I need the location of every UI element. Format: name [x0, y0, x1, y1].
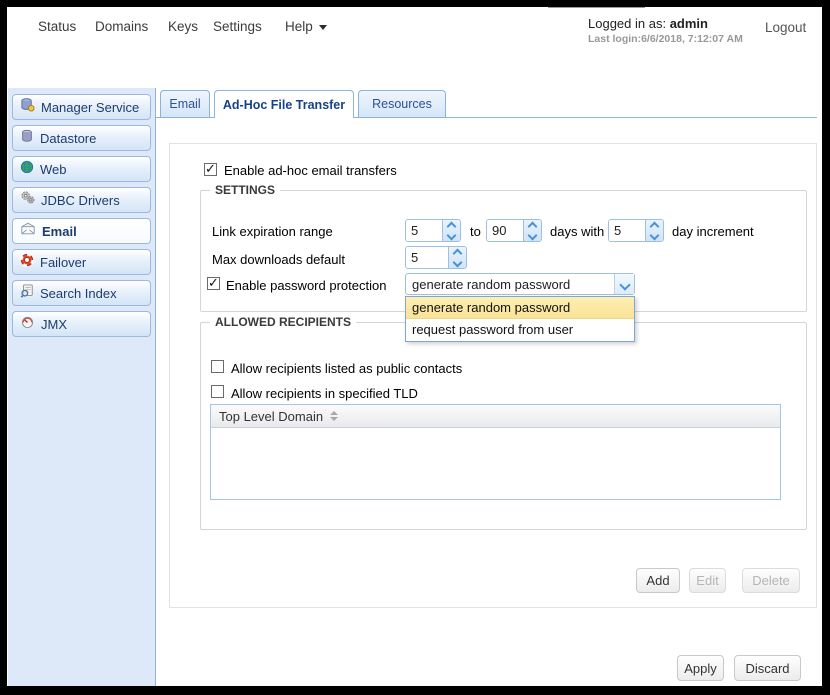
- sidebar-item-jdbc-drivers[interactable]: JDBC Drivers: [12, 187, 151, 213]
- tld-table-header[interactable]: Top Level Domain: [211, 405, 780, 428]
- max-downloads-label: Max downloads default: [212, 252, 345, 267]
- spinner-down-icon[interactable]: [650, 230, 660, 240]
- public-contacts-checkbox[interactable]: [211, 360, 224, 373]
- sidebar-item-email[interactable]: Email: [12, 218, 151, 244]
- sidebar-item-failover[interactable]: Failover: [12, 249, 151, 275]
- nav-item-settings[interactable]: Settings: [213, 19, 262, 34]
- days-with-label: days with: [550, 224, 604, 239]
- max-downloads-spinner[interactable]: [405, 246, 467, 269]
- link-expiration-label: Link expiration range: [212, 224, 333, 239]
- tab-adhoc-file-transfer[interactable]: Ad-Hoc File Transfer: [214, 90, 354, 118]
- add-button[interactable]: Add: [636, 568, 680, 593]
- tab-resources[interactable]: Resources: [358, 90, 446, 117]
- apply-button[interactable]: Apply: [677, 655, 724, 681]
- sidebar-item-label: Search Index: [40, 286, 117, 301]
- help-caret-icon: [319, 25, 327, 30]
- day-increment-label: day increment: [672, 224, 754, 239]
- specified-tld-label: Allow recipients in specified TLD: [231, 386, 418, 401]
- application-window: Status Domains Keys Settings Help Logged…: [7, 7, 822, 686]
- enable-adhoc-checkbox[interactable]: [204, 163, 217, 176]
- logout-link[interactable]: Logout: [765, 20, 806, 35]
- search-index-icon: [20, 284, 34, 303]
- jmx-gauge-icon: [20, 315, 35, 333]
- tld-column-header-label: Top Level Domain: [219, 409, 323, 424]
- sidebar-item-label: Web: [40, 162, 67, 177]
- sidebar-item-web[interactable]: Web: [12, 156, 151, 182]
- manager-service-icon: [20, 97, 35, 117]
- sidebar-item-manager-service[interactable]: Manager Service: [12, 94, 151, 120]
- spinner-up-icon[interactable]: [650, 221, 660, 231]
- spinner-down-icon[interactable]: [453, 257, 463, 267]
- tld-table-body[interactable]: [211, 428, 780, 499]
- spinner-up-down-buttons[interactable]: [645, 220, 663, 241]
- to-label: to: [470, 224, 481, 239]
- last-login-text: Last login:6/6/2018, 7:12:07 AM: [588, 33, 743, 45]
- tld-table: Top Level Domain: [210, 404, 781, 500]
- discard-button[interactable]: Discard: [734, 655, 801, 681]
- sidebar: Manager Service Datastore Web JDBC Drive…: [8, 88, 156, 686]
- password-mode-selected-value: generate random password: [406, 274, 614, 294]
- link-expiration-min-input[interactable]: [406, 220, 442, 241]
- sort-icon[interactable]: [330, 411, 338, 421]
- combo-dropdown-button[interactable]: [614, 274, 634, 294]
- web-globe-icon: [20, 160, 34, 179]
- spinner-down-icon[interactable]: [447, 230, 457, 240]
- sidebar-item-search-index[interactable]: Search Index: [12, 280, 151, 306]
- edit-button[interactable]: Edit: [689, 568, 726, 593]
- email-envelope-icon: [20, 222, 36, 240]
- failover-lifering-icon: [20, 253, 34, 272]
- nav-item-domains[interactable]: Domains: [95, 19, 148, 34]
- jdbc-gears-icon: [20, 190, 35, 210]
- link-expiration-min-spinner[interactable]: [405, 219, 461, 242]
- public-contacts-label: Allow recipients listed as public contac…: [231, 361, 462, 376]
- password-mode-dropdown-list: generate random password request passwor…: [405, 296, 635, 342]
- delete-button[interactable]: Delete: [742, 568, 800, 593]
- password-protection-label: Enable password protection: [226, 278, 386, 293]
- enable-adhoc-label: Enable ad-hoc email transfers: [224, 163, 397, 178]
- spinner-up-icon[interactable]: [453, 248, 463, 258]
- logged-in-status: Logged in as: admin: [588, 16, 708, 31]
- sidebar-item-jmx[interactable]: JMX: [12, 311, 151, 337]
- password-mode-combobox[interactable]: generate random password: [405, 273, 635, 295]
- datastore-icon: [20, 129, 34, 148]
- password-protection-checkbox[interactable]: [207, 277, 220, 290]
- sidebar-item-label: JDBC Drivers: [41, 193, 120, 208]
- sidebar-item-label: JMX: [41, 317, 67, 332]
- spinner-up-icon[interactable]: [447, 221, 457, 231]
- dropdown-option-generate-random[interactable]: generate random password: [406, 297, 634, 319]
- nav-item-status[interactable]: Status: [38, 19, 76, 34]
- tab-email[interactable]: Email: [160, 90, 210, 117]
- sidebar-item-label: Email: [42, 224, 77, 239]
- spinner-up-icon[interactable]: [528, 221, 538, 231]
- spinner-up-down-buttons[interactable]: [442, 220, 460, 241]
- settings-legend: SETTINGS: [210, 183, 280, 197]
- logged-in-user: admin: [670, 16, 708, 31]
- link-expiration-max-spinner[interactable]: [486, 219, 542, 242]
- spinner-up-down-buttons[interactable]: [523, 220, 541, 241]
- nav-item-keys[interactable]: Keys: [168, 19, 198, 34]
- dropdown-option-request-from-user[interactable]: request password from user: [406, 319, 634, 341]
- spinner-up-down-buttons[interactable]: [448, 247, 466, 268]
- link-expiration-increment-input[interactable]: [609, 220, 645, 241]
- spinner-down-icon[interactable]: [528, 230, 538, 240]
- max-downloads-input[interactable]: [406, 247, 448, 268]
- sidebar-item-label: Datastore: [40, 131, 96, 146]
- nav-item-help[interactable]: Help: [285, 19, 327, 34]
- specified-tld-checkbox[interactable]: [211, 385, 224, 398]
- sidebar-item-label: Failover: [40, 255, 86, 270]
- link-expiration-max-input[interactable]: [487, 220, 523, 241]
- chevron-down-icon: [619, 279, 630, 290]
- sidebar-item-datastore[interactable]: Datastore: [12, 125, 151, 151]
- link-expiration-increment-spinner[interactable]: [608, 219, 664, 242]
- top-divider: [548, 7, 645, 8]
- allowed-recipients-legend: ALLOWED RECIPIENTS: [210, 315, 356, 329]
- sidebar-item-label: Manager Service: [41, 100, 139, 115]
